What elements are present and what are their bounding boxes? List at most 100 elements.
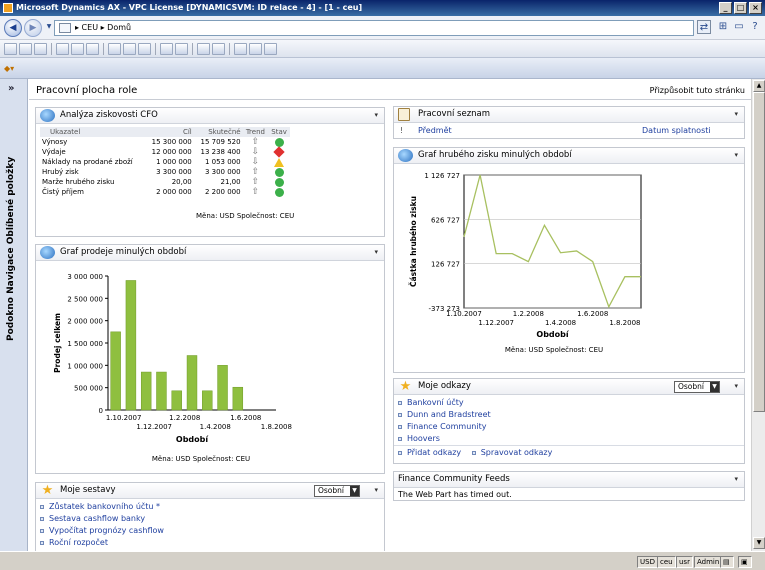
filter-icon[interactable] (175, 42, 188, 55)
reports-dropdown-value: Osobní (318, 486, 344, 495)
link-item[interactable]: Hoovers (398, 433, 744, 445)
save-icon[interactable] (34, 42, 47, 55)
worklist-icon (398, 108, 410, 121)
report-item[interactable]: Zůstatek bankovního účtu * (40, 501, 384, 513)
status-window-icon[interactable]: ▣ (738, 556, 752, 568)
status-currency[interactable]: USD (637, 556, 658, 568)
profit-chart: 1 126 727626 727126 727-373 2731.10.2007… (409, 172, 642, 354)
status-calendar-icon[interactable]: ▤ (720, 556, 734, 568)
x-tick-label: 1.10.2007 (106, 414, 142, 422)
print-preview-icon[interactable] (71, 42, 84, 55)
help-icon[interactable]: ? (748, 20, 762, 34)
cut-icon[interactable] (108, 42, 121, 55)
bar (125, 280, 137, 411)
report-item[interactable]: Sestava cashflow banky (40, 513, 384, 525)
kpi-actual: 3 300 000 (204, 168, 241, 176)
link-item[interactable]: Bankovní účty (398, 397, 744, 409)
copy-icon[interactable] (123, 42, 136, 55)
webpart-menu-icon[interactable]: ▾ (734, 148, 738, 163)
home-icon (59, 22, 71, 33)
webpart-menu-icon[interactable]: ▾ (374, 483, 378, 498)
nav-pane-label[interactable]: Podokno Navigace Oblíbené položky (6, 157, 16, 341)
reports-title: Moje sestavy (60, 485, 116, 495)
report-link[interactable]: Roční rozpočet (49, 538, 108, 547)
feeds-title: Finance Community Feeds (398, 474, 510, 484)
star-icon: ★ (399, 379, 412, 394)
y-axis-label: Prodej celkem (53, 313, 62, 373)
page-title: Pracovní plocha role (36, 85, 138, 96)
vertical-scrollbar[interactable]: ▲ ▼ (751, 79, 765, 551)
customize-page-link[interactable]: Přizpůsobit tuto stránku (650, 86, 745, 95)
report-link[interactable]: Zůstatek bankovního účtu * (49, 502, 160, 511)
link-item[interactable]: Finance Community (398, 421, 744, 433)
status-user[interactable]: Admin (694, 556, 723, 568)
scroll-thumb[interactable] (753, 92, 765, 412)
report-link[interactable]: Sestava cashflow banky (49, 514, 145, 523)
document-icon[interactable] (212, 42, 225, 55)
x-tick-label: 1.10.2007 (446, 310, 482, 318)
close-button[interactable]: × (749, 2, 762, 14)
scroll-up-button[interactable]: ▲ (753, 80, 765, 92)
links-dropdown[interactable]: Osobní ▼ (674, 381, 720, 393)
find-icon[interactable] (160, 42, 173, 55)
kpi-webpart: Analýza ziskovosti CFO ▾ Ukazatel Cíl Sku… (35, 107, 385, 237)
due-date-column[interactable]: Datum splatnosti (642, 126, 711, 135)
grid-icon[interactable] (249, 42, 262, 55)
action-pane-icon[interactable]: ◆▾ (4, 64, 14, 73)
link-link[interactable]: Finance Community (407, 422, 486, 431)
go-icon[interactable]: ⇄ (697, 20, 711, 34)
links-webpart: ★ Moje odkazy Osobní ▼ ▾ Bankovní účty Dunn… (393, 378, 745, 464)
kpi-name: Hrubý zisk (42, 168, 79, 176)
webpart-menu-icon[interactable]: ▾ (374, 245, 378, 260)
add-links-link[interactable]: Přidat odkazy (407, 448, 461, 457)
window-icon[interactable] (264, 42, 277, 55)
x-tick-label: 1.12.2007 (136, 423, 172, 431)
profit-chart-webpart: Graf hrubého zisku minulých období ▾ 1 12… (393, 147, 745, 373)
bullet-icon (398, 424, 402, 429)
status-company[interactable]: ceu (657, 556, 676, 568)
status-warning-icon (274, 157, 285, 167)
report-item[interactable]: Vypočítat prognózy cashflow (40, 525, 384, 537)
minimize-button[interactable]: _ (719, 2, 732, 14)
kpi-row: Náklady na prodané zboží 1 000 000 1 053 0… (40, 157, 290, 167)
bullet-icon (398, 436, 402, 441)
scroll-down-button[interactable]: ▼ (753, 537, 765, 549)
x-tick-label: 1.2.2008 (513, 310, 544, 318)
app-icon (3, 3, 13, 13)
open-icon[interactable] (19, 42, 32, 55)
kpi-row: Čistý příjem 2 000 000 2 200 000 ⇧ (40, 187, 290, 197)
export-icon[interactable] (86, 42, 99, 55)
status-layer[interactable]: usr (676, 556, 693, 568)
subject-column[interactable]: Předmět (418, 126, 452, 135)
report-link[interactable]: Vypočítat prognózy cashflow (49, 526, 164, 535)
maximize-button[interactable]: □ (734, 2, 747, 14)
reports-dropdown[interactable]: Osobní ▼ (314, 485, 360, 497)
forward-button[interactable]: ▶ (24, 19, 42, 37)
print-icon[interactable] (56, 42, 69, 55)
kpi-target: 15 300 000 (151, 138, 192, 146)
back-button[interactable]: ◀ (4, 19, 22, 37)
link-link[interactable]: Bankovní účty (407, 398, 464, 407)
report-item[interactable]: Roční rozpočet (40, 537, 384, 549)
record-info-icon[interactable] (234, 42, 247, 55)
manage-links-link[interactable]: Spravovat odkazy (481, 448, 553, 457)
alert-icon[interactable] (197, 42, 210, 55)
webpart-menu-icon[interactable]: ▾ (734, 379, 738, 394)
paste-icon[interactable] (138, 42, 151, 55)
webpart-menu-icon[interactable]: ▾ (734, 472, 738, 487)
sales-title: Graf prodeje minulých období (60, 247, 187, 257)
window-split-icon[interactable]: ⊞ (716, 20, 730, 34)
expand-nav-button[interactable]: » (8, 83, 14, 94)
new-icon[interactable] (4, 42, 17, 55)
kpi-actual: 21,00 (220, 178, 241, 186)
webpart-menu-icon[interactable]: ▾ (734, 107, 738, 122)
link-link[interactable]: Dunn and Bradstreet (407, 410, 491, 419)
kpi-target: 1 000 000 (156, 158, 192, 166)
bullet-icon (40, 516, 44, 521)
link-link[interactable]: Hoovers (407, 434, 440, 443)
link-item[interactable]: Dunn and Bradstreet (398, 409, 744, 421)
webpart-menu-icon[interactable]: ▾ (374, 108, 378, 123)
monitor-icon[interactable]: ▭ (732, 20, 746, 34)
x-tick-label: 1.6.2008 (230, 414, 261, 422)
address-field[interactable]: ▸ CEU ▸ Domů (54, 20, 694, 36)
